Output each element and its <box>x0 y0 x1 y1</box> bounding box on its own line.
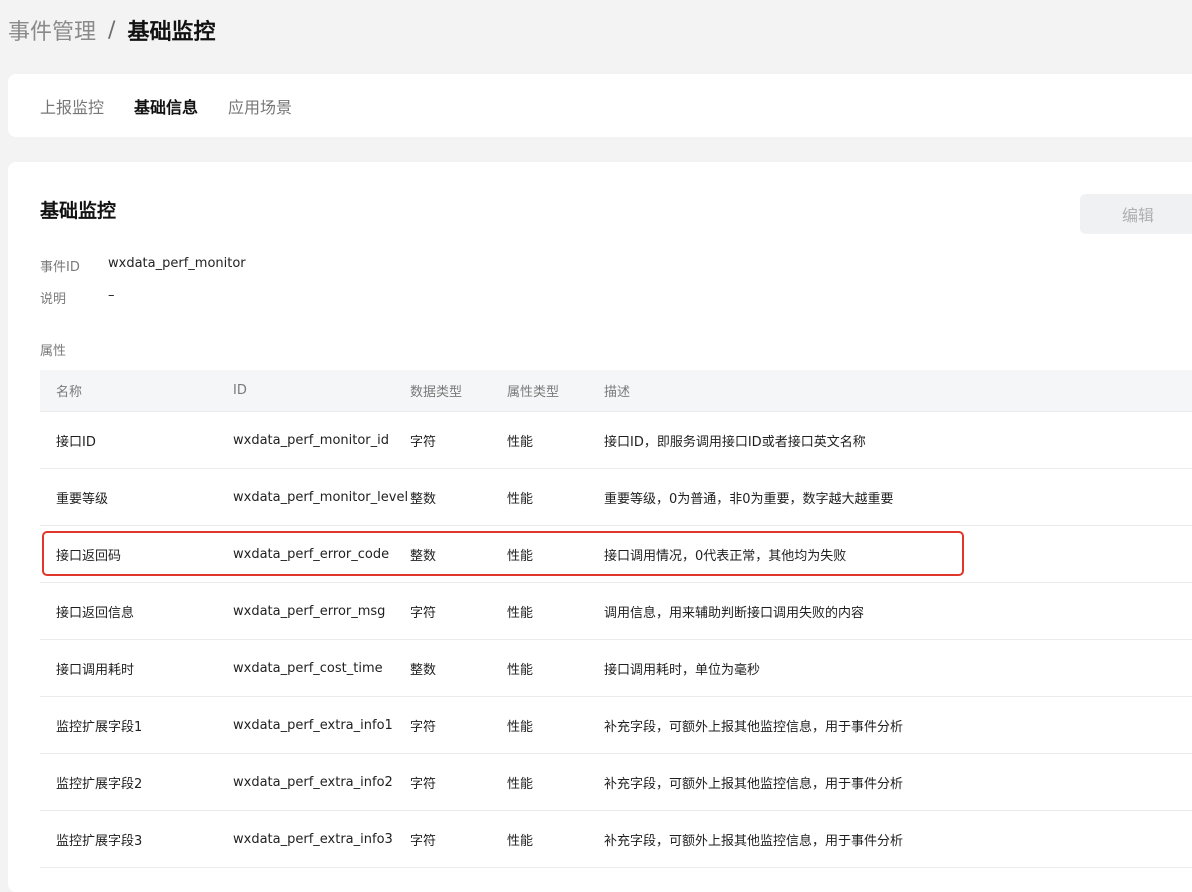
cell-data-type: 字符 <box>410 434 437 450</box>
cell-name: 接口ID <box>56 434 96 450</box>
breadcrumb-parent-link[interactable]: 事件管理 <box>8 14 96 46</box>
event-id-label: 事件ID <box>40 260 80 275</box>
header-name: 名称 <box>56 385 83 400</box>
header-attribute-type: 属性类型 <box>507 385 560 400</box>
cell-description: 重要等级，0为普通，非0为重要，数字越大越重要 <box>604 491 894 507</box>
cell-attribute-type: 性能 <box>507 548 534 564</box>
event-id-row: 事件ID wxdata_perf_monitor <box>40 256 246 275</box>
cell-description: 补充字段，可额外上报其他监控信息，用于事件分析 <box>604 833 904 849</box>
attributes-table: 名称 ID 数据类型 属性类型 描述 接口ID wxdata_perf_moni… <box>40 370 1192 868</box>
tab-report-monitor[interactable]: 上报监控 <box>40 94 104 118</box>
table-row: 监控扩展字段3 wxdata_perf_extra_info3 字符 性能 补充… <box>40 811 1192 868</box>
cell-name: 接口返回信息 <box>56 605 135 621</box>
cell-attribute-type: 性能 <box>507 491 534 507</box>
description-label: 说明 <box>40 292 67 307</box>
cell-description: 接口调用耗时，单位为毫秒 <box>604 662 761 678</box>
cell-id: wxdata_perf_cost_time <box>233 660 383 676</box>
cell-name: 监控扩展字段3 <box>56 833 143 849</box>
table-header: 名称 ID 数据类型 属性类型 描述 <box>40 370 1192 412</box>
header-data-type: 数据类型 <box>410 385 463 400</box>
cell-attribute-type: 性能 <box>507 605 534 621</box>
event-id-value: wxdata_perf_monitor <box>108 256 246 271</box>
breadcrumb: 事件管理 / 基础监控 <box>8 14 215 46</box>
breadcrumb-separator: / <box>108 17 116 43</box>
cell-id: wxdata_perf_error_msg <box>233 603 386 619</box>
cell-name: 接口调用耗时 <box>56 662 135 678</box>
description-value: – <box>108 288 115 303</box>
cell-data-type: 整数 <box>410 662 437 678</box>
attributes-label: 属性 <box>40 344 67 359</box>
cell-name: 监控扩展字段2 <box>56 776 143 792</box>
table-row: 监控扩展字段2 wxdata_perf_extra_info2 字符 性能 补充… <box>40 754 1192 811</box>
tab-bar: 上报监控 基础信息 应用场景 <box>8 74 1192 137</box>
cell-id: wxdata_perf_extra_info1 <box>233 717 393 733</box>
cell-data-type: 整数 <box>410 491 437 507</box>
table-row: 重要等级 wxdata_perf_monitor_level 整数 性能 重要等… <box>40 469 1192 526</box>
breadcrumb-current: 基础监控 <box>127 20 216 45</box>
cell-description: 补充字段，可额外上报其他监控信息，用于事件分析 <box>604 719 904 735</box>
cell-name: 监控扩展字段1 <box>56 719 143 735</box>
cell-description: 补充字段，可额外上报其他监控信息，用于事件分析 <box>604 776 904 792</box>
cell-description: 接口ID，即服务调用接口ID或者接口英文名称 <box>604 434 866 450</box>
cell-data-type: 字符 <box>410 833 437 849</box>
cell-name: 接口返回码 <box>56 548 122 564</box>
cell-description: 接口调用情况，0代表正常，其他均为失败 <box>604 548 847 564</box>
cell-data-type: 字符 <box>410 776 437 792</box>
cell-attribute-type: 性能 <box>507 833 534 849</box>
cell-id: wxdata_perf_monitor_level <box>233 489 409 505</box>
tab-scenarios[interactable]: 应用场景 <box>228 94 292 118</box>
table-row: 接口返回信息 wxdata_perf_error_msg 字符 性能 调用信息，… <box>40 583 1192 640</box>
basic-info-panel: 基础监控 编辑 事件ID wxdata_perf_monitor 说明 – 属性… <box>8 162 1192 892</box>
section-title: 基础监控 <box>40 200 117 222</box>
table-row: 监控扩展字段1 wxdata_perf_extra_info1 字符 性能 补充… <box>40 697 1192 754</box>
cell-data-type: 字符 <box>410 719 437 735</box>
cell-id: wxdata_perf_monitor_id <box>233 432 390 448</box>
table-row: 接口调用耗时 wxdata_perf_cost_time 整数 性能 接口调用耗… <box>40 640 1192 697</box>
table-row: 接口返回码 wxdata_perf_error_code 整数 性能 接口调用情… <box>40 526 1192 583</box>
cell-attribute-type: 性能 <box>507 776 534 792</box>
description-row: 说明 – <box>40 288 115 307</box>
cell-id: wxdata_perf_extra_info3 <box>233 831 393 847</box>
tab-basic-info[interactable]: 基础信息 <box>134 94 198 118</box>
edit-button[interactable]: 编辑 <box>1080 194 1192 234</box>
cell-id: wxdata_perf_extra_info2 <box>233 774 393 790</box>
cell-data-type: 字符 <box>410 605 437 621</box>
cell-attribute-type: 性能 <box>507 719 534 735</box>
cell-id: wxdata_perf_error_code <box>233 546 390 562</box>
cell-data-type: 整数 <box>410 548 437 564</box>
table-row: 接口ID wxdata_perf_monitor_id 字符 性能 接口ID，即… <box>40 412 1192 469</box>
cell-attribute-type: 性能 <box>507 662 534 678</box>
cell-description: 调用信息，用来辅助判断接口调用失败的内容 <box>604 605 865 621</box>
header-description: 描述 <box>604 385 631 400</box>
header-id: ID <box>233 383 247 398</box>
cell-attribute-type: 性能 <box>507 434 534 450</box>
cell-name: 重要等级 <box>56 491 109 507</box>
